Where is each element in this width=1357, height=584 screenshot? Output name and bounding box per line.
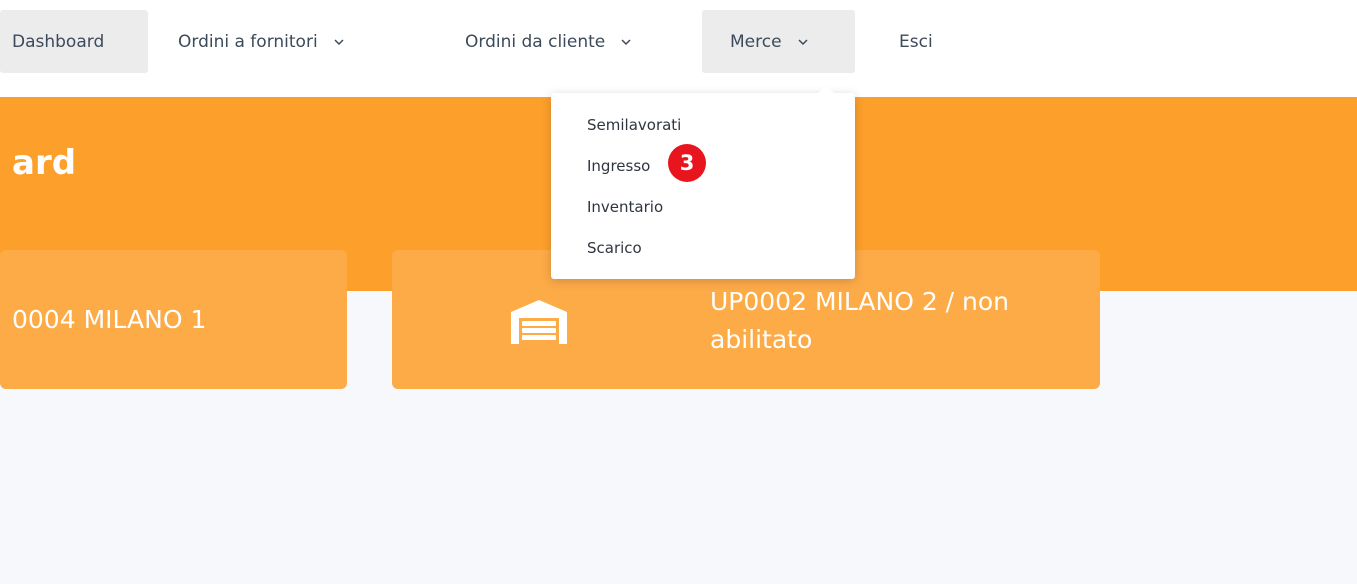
card-label: 0004 MILANO 1 [12, 305, 207, 334]
nav-ordini-fornitori[interactable]: Ordini a fornitori [178, 10, 346, 73]
nav-esci[interactable]: Esci [899, 10, 933, 73]
chevron-down-icon [621, 38, 631, 45]
menu-item-inventario[interactable]: Inventario [587, 198, 663, 216]
chevron-down-icon [334, 38, 344, 45]
nav-dashboard[interactable]: Dashboard [0, 10, 148, 73]
nav-ordini-cliente-label: Ordini da cliente [465, 31, 606, 52]
page-title: ard [12, 143, 77, 183]
merce-dropdown-menu: Semilavorati Ingresso Inventario Scarico [551, 93, 855, 279]
warehouse-icon [511, 300, 567, 344]
dropdown-caret [817, 85, 835, 94]
menu-item-scarico[interactable]: Scarico [587, 239, 642, 257]
nav-dashboard-label: Dashboard [12, 31, 105, 52]
warehouse-card-milano-1[interactable]: 0004 MILANO 1 [0, 250, 347, 389]
nav-ordini-cliente[interactable]: Ordini da cliente [465, 10, 633, 73]
top-navigation: Dashboard Ordini a fornitori Ordini da c… [0, 0, 1357, 97]
nav-merce[interactable]: Merce [702, 10, 855, 73]
chevron-down-icon [798, 38, 808, 45]
card-label: UP0002 MILANO 2 / non abilitato [710, 287, 1010, 354]
step-badge: 3 [668, 144, 706, 182]
nav-ordini-fornitori-label: Ordini a fornitori [178, 31, 318, 52]
menu-item-ingresso[interactable]: Ingresso [587, 157, 650, 175]
nav-esci-label: Esci [899, 31, 933, 52]
nav-merce-label: Merce [730, 31, 782, 52]
menu-item-semilavorati[interactable]: Semilavorati [587, 116, 681, 134]
